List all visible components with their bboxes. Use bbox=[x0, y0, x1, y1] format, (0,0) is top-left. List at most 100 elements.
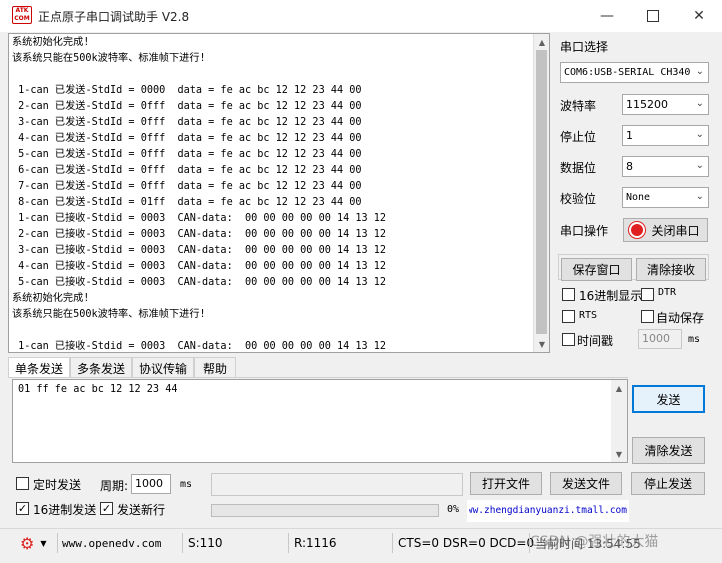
auto-save-checkbox[interactable] bbox=[641, 310, 654, 323]
timestamp-label: 时间戳 bbox=[577, 334, 614, 348]
period-unit: ms bbox=[180, 479, 193, 490]
tab-single-send[interactable]: 单条发送 bbox=[8, 357, 70, 378]
send-button[interactable]: 发送 bbox=[632, 385, 705, 413]
receive-line: 该系统只能在500k波特率、标准帧下进行! bbox=[12, 309, 206, 320]
receive-textarea[interactable]: 系统初始化完成! 该系统只能在500k波特率、标准帧下进行! 1-can 已发送-… bbox=[8, 33, 550, 353]
scroll-down-icon[interactable]: ▼ bbox=[534, 336, 549, 352]
window-title: 正点原子串口调试助手 V2.8 bbox=[38, 10, 190, 24]
stopbits-select[interactable]: 1 ⌄ bbox=[622, 125, 709, 146]
tab-multi-send[interactable]: 多条发送 bbox=[70, 357, 132, 378]
scroll-up-icon[interactable]: ▲ bbox=[534, 34, 549, 50]
receive-line: 系统初始化完成! bbox=[12, 37, 90, 48]
tab-divider bbox=[8, 377, 628, 378]
baud-select[interactable]: 115200 ⌄ bbox=[622, 94, 709, 115]
receive-line: 6-can 已发送-StdId = 0fff data = fe ac bc 1… bbox=[12, 165, 362, 176]
port-op-label: 串口操作 bbox=[560, 224, 609, 238]
title-bar: ATK COM 正点原子串口调试助手 V2.8 — ✕ bbox=[0, 0, 722, 32]
parity-select[interactable]: None ⌄ bbox=[622, 187, 709, 208]
dtr-checkbox[interactable] bbox=[641, 288, 654, 301]
receive-line: 1-can 已接收-Stdid = 0003 CAN-data: 00 00 0… bbox=[12, 341, 387, 352]
rts-checkbox[interactable] bbox=[562, 310, 575, 323]
send-newline-checkbox[interactable]: ✓ bbox=[100, 502, 113, 515]
receive-line bbox=[12, 323, 534, 339]
status-bar: ⚙ ▼ www.openedv.com S:110 R:1116 CTS=0 D… bbox=[0, 528, 722, 556]
clear-send-button[interactable]: 清除发送 bbox=[632, 437, 705, 464]
chevron-down-icon: ⌄ bbox=[695, 66, 704, 77]
scroll-down-icon[interactable]: ▼ bbox=[611, 446, 627, 462]
timed-send-label: 定时发送 bbox=[33, 478, 82, 492]
close-port-button[interactable]: 关闭串口 bbox=[623, 218, 708, 242]
received-count: R:1116 bbox=[294, 536, 337, 550]
dropdown-arrow-icon: ▼ bbox=[40, 538, 47, 548]
website-link[interactable]: www.openedv.com bbox=[62, 533, 161, 553]
minimize-button[interactable]: — bbox=[584, 0, 630, 32]
maximize-button[interactable] bbox=[630, 0, 676, 32]
period-label: 周期: bbox=[100, 479, 129, 493]
progress-text: 0% bbox=[447, 504, 460, 515]
shop-link-box: www.zhengdianyuanzi.tmall.com bbox=[467, 500, 629, 522]
receive-line: 7-can 已发送-StdId = 0fff data = fe ac bc 1… bbox=[12, 181, 362, 192]
hex-send-label: 16进制发送 bbox=[33, 503, 97, 517]
tab-help[interactable]: 帮助 bbox=[194, 357, 236, 378]
hex-display-checkbox[interactable] bbox=[562, 288, 575, 301]
timestamp-checkbox[interactable] bbox=[562, 333, 575, 346]
period-input[interactable]: 1000 bbox=[131, 474, 171, 494]
maximize-icon bbox=[647, 10, 659, 22]
scroll-thumb[interactable] bbox=[536, 50, 547, 334]
gear-icon: ⚙ bbox=[20, 533, 35, 553]
receive-line: 1-can 已接收-Stdid = 0003 CAN-data: 00 00 0… bbox=[12, 213, 387, 224]
file-path-input[interactable] bbox=[211, 473, 463, 496]
timestamp-interval-input[interactable]: 1000 bbox=[638, 329, 682, 349]
send-newline-label: 发送新行 bbox=[117, 503, 166, 517]
settings-gear-button[interactable]: ⚙ ▼ bbox=[20, 533, 47, 553]
minimize-icon: — bbox=[600, 8, 614, 24]
hex-send-checkbox[interactable]: ✓ bbox=[16, 502, 29, 515]
receive-scrollbar[interactable]: ▲ ▼ bbox=[533, 34, 549, 352]
clear-receive-button[interactable]: 清除接收 bbox=[636, 258, 706, 281]
scroll-up-icon[interactable]: ▲ bbox=[611, 380, 627, 396]
receive-line: 4-can 已发送-StdId = 0fff data = fe ac bc 1… bbox=[12, 133, 362, 144]
receive-log: 系统初始化完成! 该系统只能在500k波特率、标准帧下进行! 1-can 已发送-… bbox=[12, 35, 534, 352]
receive-line: 3-can 已接收-Stdid = 0003 CAN-data: 00 00 0… bbox=[12, 245, 387, 256]
receive-line: 4-can 已接收-Stdid = 0003 CAN-data: 00 00 0… bbox=[12, 261, 387, 272]
open-file-button[interactable]: 打开文件 bbox=[470, 472, 542, 495]
send-tabs: 单条发送 多条发送 协议传输 帮助 bbox=[8, 357, 248, 378]
chevron-down-icon: ⌄ bbox=[695, 191, 704, 202]
receive-line: 2-can 已发送-StdId = 0fff data = fe ac bc 1… bbox=[12, 101, 362, 112]
send-scrollbar[interactable]: ▲ ▼ bbox=[611, 380, 627, 462]
hex-display-label: 16进制显示 bbox=[579, 289, 643, 303]
databits-label: 数据位 bbox=[560, 161, 597, 175]
stop-send-button[interactable]: 停止发送 bbox=[631, 472, 705, 495]
port-status-icon bbox=[631, 224, 644, 236]
modem-lines: CTS=0 DSR=0 DCD=0 bbox=[398, 536, 535, 550]
receive-line: 3-can 已发送-StdId = 0fff data = fe ac bc 1… bbox=[12, 117, 362, 128]
send-textarea[interactable]: 01 ff fe ac bc 12 12 23 44 ▲ ▼ bbox=[12, 379, 628, 463]
send-progress-bar bbox=[211, 504, 439, 517]
receive-line: 5-can 已接收-Stdid = 0003 CAN-data: 00 00 0… bbox=[12, 277, 387, 288]
timestamp-unit: ms bbox=[688, 334, 701, 345]
receive-line: 5-can 已发送-StdId = 0fff data = fe ac bc 1… bbox=[12, 149, 362, 160]
rts-label: RTS bbox=[579, 310, 598, 321]
close-window-button[interactable]: ✕ bbox=[676, 0, 722, 32]
receive-line: 8-can 已发送-StdId = 01ff data = fe ac bc 1… bbox=[12, 197, 362, 208]
port-select[interactable]: COM6:USB-SERIAL CH340 ⌄ bbox=[560, 62, 709, 83]
receive-line: 系统初始化完成! bbox=[12, 293, 90, 304]
tab-protocol[interactable]: 协议传输 bbox=[132, 357, 194, 378]
port-label: 串口选择 bbox=[560, 40, 609, 54]
chevron-down-icon: ⌄ bbox=[695, 98, 704, 109]
close-icon: ✕ bbox=[693, 8, 705, 24]
auto-save-label: 自动保存 bbox=[656, 311, 705, 325]
receive-line bbox=[12, 67, 534, 83]
app-logo: ATK COM bbox=[12, 6, 32, 24]
databits-select[interactable]: 8 ⌄ bbox=[622, 156, 709, 177]
stopbits-label: 停止位 bbox=[560, 130, 597, 144]
shop-link[interactable]: www.zhengdianyuanzi.tmall.com bbox=[469, 505, 627, 516]
send-file-button[interactable]: 发送文件 bbox=[550, 472, 622, 495]
chevron-down-icon: ⌄ bbox=[695, 160, 704, 171]
dtr-label: DTR bbox=[658, 287, 677, 298]
timed-send-checkbox[interactable] bbox=[16, 477, 29, 490]
sent-count: S:110 bbox=[188, 536, 223, 550]
save-window-button[interactable]: 保存窗口 bbox=[561, 258, 632, 281]
parity-label: 校验位 bbox=[560, 192, 597, 206]
baud-label: 波特率 bbox=[560, 99, 597, 113]
